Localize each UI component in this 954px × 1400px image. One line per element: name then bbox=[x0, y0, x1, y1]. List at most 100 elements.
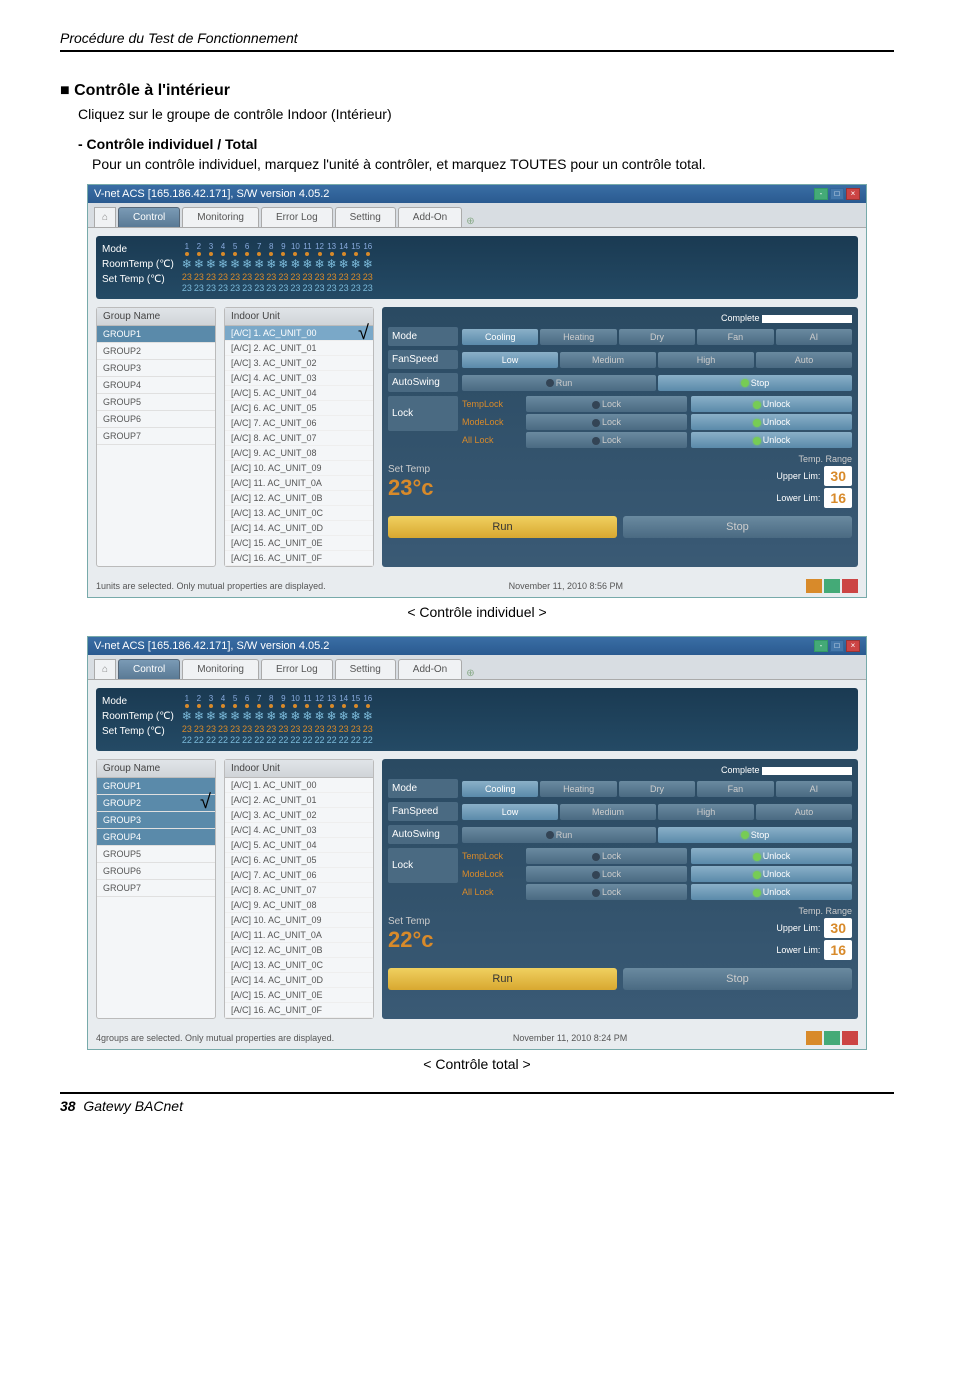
unit-item[interactable]: [A/C] 10. AC_UNIT_09 bbox=[225, 913, 373, 928]
group-item[interactable]: GROUP7 bbox=[97, 880, 215, 897]
option-button[interactable]: AI bbox=[776, 329, 852, 345]
minimize-button[interactable]: - bbox=[814, 188, 828, 200]
option-button[interactable]: Heating bbox=[540, 329, 616, 345]
option-button[interactable]: Cooling bbox=[462, 329, 538, 345]
unit-item[interactable]: [A/C] 2. AC_UNIT_01 bbox=[225, 793, 373, 808]
lock-button[interactable]: Lock bbox=[526, 866, 687, 882]
lock-button[interactable]: Lock bbox=[526, 848, 687, 864]
run-button[interactable]: Run bbox=[388, 968, 617, 990]
group-item[interactable]: GROUP6 bbox=[97, 863, 215, 880]
unit-item[interactable]: [A/C] 7. AC_UNIT_06 bbox=[225, 868, 373, 883]
group-item[interactable]: GROUP1 bbox=[97, 326, 215, 343]
group-item[interactable]: GROUP5 bbox=[97, 394, 215, 411]
unit-item[interactable]: [A/C] 13. AC_UNIT_0C bbox=[225, 506, 373, 521]
unit-item[interactable]: [A/C] 3. AC_UNIT_02 bbox=[225, 356, 373, 371]
unit-item[interactable]: [A/C] 7. AC_UNIT_06 bbox=[225, 416, 373, 431]
tab-setting[interactable]: Setting bbox=[335, 659, 396, 679]
unit-item[interactable]: [A/C] 12. AC_UNIT_0B bbox=[225, 491, 373, 506]
group-item[interactable]: GROUP2√ bbox=[97, 795, 215, 812]
swing-button[interactable]: Run bbox=[462, 827, 656, 843]
stop-button[interactable]: Stop bbox=[623, 516, 852, 538]
tab-control[interactable]: Control bbox=[118, 207, 180, 227]
unit-item[interactable]: [A/C] 10. AC_UNIT_09 bbox=[225, 461, 373, 476]
unit-item[interactable]: [A/C] 12. AC_UNIT_0B bbox=[225, 943, 373, 958]
tab-monitoring[interactable]: Monitoring bbox=[182, 207, 259, 227]
upper-lim-value[interactable]: 30 bbox=[824, 918, 852, 938]
swing-button[interactable]: Stop bbox=[658, 827, 852, 843]
option-button[interactable]: Cooling bbox=[462, 781, 538, 797]
unit-item[interactable]: [A/C] 1. AC_UNIT_00 bbox=[225, 778, 373, 793]
option-button[interactable]: Auto bbox=[756, 352, 852, 368]
unit-item[interactable]: [A/C] 16. AC_UNIT_0F bbox=[225, 551, 373, 566]
option-button[interactable]: Auto bbox=[756, 804, 852, 820]
option-button[interactable]: Heating bbox=[540, 781, 616, 797]
close-button[interactable]: × bbox=[846, 188, 860, 200]
tab-errorlog[interactable]: Error Log bbox=[261, 207, 333, 227]
upper-lim-value[interactable]: 30 bbox=[824, 466, 852, 486]
option-button[interactable]: Fan bbox=[697, 329, 773, 345]
group-item[interactable]: GROUP2 bbox=[97, 343, 215, 360]
unlock-button[interactable]: Unlock bbox=[691, 866, 852, 882]
unit-item[interactable]: [A/C] 6. AC_UNIT_05 bbox=[225, 401, 373, 416]
unit-item[interactable]: [A/C] 14. AC_UNIT_0D bbox=[225, 521, 373, 536]
add-tab-icon[interactable]: ⊕ bbox=[466, 216, 474, 227]
unit-item[interactable]: [A/C] 13. AC_UNIT_0C bbox=[225, 958, 373, 973]
unit-item[interactable]: [A/C] 5. AC_UNIT_04 bbox=[225, 838, 373, 853]
option-button[interactable]: Dry bbox=[619, 329, 695, 345]
unit-item[interactable]: [A/C] 11. AC_UNIT_0A bbox=[225, 928, 373, 943]
unlock-button[interactable]: Unlock bbox=[691, 432, 852, 448]
lock-button[interactable]: Lock bbox=[526, 884, 687, 900]
unit-item[interactable]: [A/C] 1. AC_UNIT_00√ bbox=[225, 326, 373, 341]
group-item[interactable]: GROUP4 bbox=[97, 377, 215, 394]
swing-button[interactable]: Stop bbox=[658, 375, 852, 391]
unit-item[interactable]: [A/C] 4. AC_UNIT_03 bbox=[225, 823, 373, 838]
group-item[interactable]: GROUP1 bbox=[97, 778, 215, 795]
unit-item[interactable]: [A/C] 14. AC_UNIT_0D bbox=[225, 973, 373, 988]
close-button[interactable]: × bbox=[846, 640, 860, 652]
unit-item[interactable]: [A/C] 11. AC_UNIT_0A bbox=[225, 476, 373, 491]
run-button[interactable]: Run bbox=[388, 516, 617, 538]
group-item[interactable]: GROUP5 bbox=[97, 846, 215, 863]
unit-item[interactable]: [A/C] 4. AC_UNIT_03 bbox=[225, 371, 373, 386]
option-button[interactable]: Low bbox=[462, 804, 558, 820]
add-tab-icon[interactable]: ⊕ bbox=[466, 668, 474, 679]
tab-addon[interactable]: Add-On bbox=[398, 207, 462, 227]
option-button[interactable]: Low bbox=[462, 352, 558, 368]
option-button[interactable]: AI bbox=[776, 781, 852, 797]
tab-addon[interactable]: Add-On bbox=[398, 659, 462, 679]
unlock-button[interactable]: Unlock bbox=[691, 884, 852, 900]
unit-item[interactable]: [A/C] 2. AC_UNIT_01 bbox=[225, 341, 373, 356]
tab-setting[interactable]: Setting bbox=[335, 207, 396, 227]
unit-item[interactable]: [A/C] 9. AC_UNIT_08 bbox=[225, 898, 373, 913]
unit-item[interactable]: [A/C] 8. AC_UNIT_07 bbox=[225, 431, 373, 446]
unit-item[interactable]: [A/C] 8. AC_UNIT_07 bbox=[225, 883, 373, 898]
group-item[interactable]: GROUP3 bbox=[97, 812, 215, 829]
tab-errorlog[interactable]: Error Log bbox=[261, 659, 333, 679]
maximize-button[interactable]: □ bbox=[830, 188, 844, 200]
tab-control[interactable]: Control bbox=[118, 659, 180, 679]
option-button[interactable]: Dry bbox=[619, 781, 695, 797]
lock-button[interactable]: Lock bbox=[526, 432, 687, 448]
unlock-button[interactable]: Unlock bbox=[691, 414, 852, 430]
group-item[interactable]: GROUP3 bbox=[97, 360, 215, 377]
unit-item[interactable]: [A/C] 16. AC_UNIT_0F bbox=[225, 1003, 373, 1018]
unit-item[interactable]: [A/C] 3. AC_UNIT_02 bbox=[225, 808, 373, 823]
unit-item[interactable]: [A/C] 6. AC_UNIT_05 bbox=[225, 853, 373, 868]
unit-item[interactable]: [A/C] 15. AC_UNIT_0E bbox=[225, 536, 373, 551]
option-button[interactable]: High bbox=[658, 352, 754, 368]
unit-item[interactable]: [A/C] 15. AC_UNIT_0E bbox=[225, 988, 373, 1003]
unlock-button[interactable]: Unlock bbox=[691, 848, 852, 864]
swing-button[interactable]: Run bbox=[462, 375, 656, 391]
unlock-button[interactable]: Unlock bbox=[691, 396, 852, 412]
tab-monitoring[interactable]: Monitoring bbox=[182, 659, 259, 679]
option-button[interactable]: Medium bbox=[560, 352, 656, 368]
lock-button[interactable]: Lock bbox=[526, 396, 687, 412]
unit-item[interactable]: [A/C] 5. AC_UNIT_04 bbox=[225, 386, 373, 401]
stop-button[interactable]: Stop bbox=[623, 968, 852, 990]
lower-lim-value[interactable]: 16 bbox=[824, 488, 852, 508]
unit-item[interactable]: [A/C] 9. AC_UNIT_08 bbox=[225, 446, 373, 461]
option-button[interactable]: Medium bbox=[560, 804, 656, 820]
home-icon[interactable]: ⌂ bbox=[94, 659, 116, 679]
home-icon[interactable]: ⌂ bbox=[94, 207, 116, 227]
group-item[interactable]: GROUP6 bbox=[97, 411, 215, 428]
